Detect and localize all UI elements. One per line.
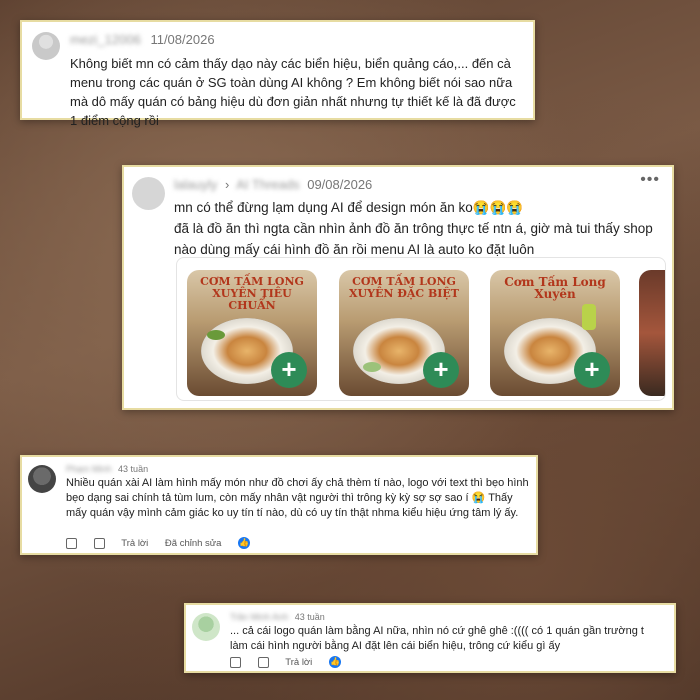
thumb-up-icon[interactable] bbox=[230, 656, 241, 668]
thread-name[interactable]: AI Threads bbox=[236, 177, 299, 192]
author-name[interactable]: mezi_12006 bbox=[70, 32, 141, 47]
reply-button[interactable]: Trả lời bbox=[285, 657, 312, 668]
author-name[interactable]: Phạm Minh bbox=[66, 464, 112, 474]
avatar[interactable] bbox=[28, 465, 56, 493]
comment-card-4: Trần Minh Anh 43 tuần ... cả cái logo qu… bbox=[184, 603, 676, 673]
drink-glass bbox=[582, 304, 596, 330]
comment-actions: Trả lời 👍 bbox=[230, 656, 355, 668]
garnish bbox=[207, 330, 225, 340]
comment-actions: Trả lời Đã chỉnh sửa 👍 bbox=[66, 537, 264, 549]
comment-meta: lalauyly › AI Threads 09/08/2026 bbox=[174, 177, 372, 192]
comment-date: 09/08/2026 bbox=[307, 177, 373, 192]
food-card-1[interactable]: CƠM TẤM LONG XUYÊN TIÊU CHUẨN + bbox=[187, 270, 317, 396]
food-card-3[interactable]: Cơm Tấm Long Xuyên + bbox=[490, 270, 620, 396]
avatar[interactable] bbox=[132, 177, 165, 210]
comment-line-1: mn có thể đừng lạm dụng AI để design món… bbox=[174, 200, 524, 215]
ellipsis-icon[interactable]: ••• bbox=[640, 171, 660, 189]
food-title: CƠM TẤM LONG XUYÊN TIÊU CHUẨN bbox=[200, 275, 304, 312]
like-reaction-icon: 👍 bbox=[238, 537, 251, 549]
separator: › bbox=[224, 177, 230, 192]
add-button[interactable]: + bbox=[574, 352, 610, 388]
comment-meta: mezi_12006 11/08/2026 bbox=[70, 32, 215, 47]
comment-line-1: ... cả cái logo quán làm bằng AI nữa, nh… bbox=[230, 625, 644, 637]
author-name[interactable]: lalauyly bbox=[174, 177, 217, 192]
food-title: CƠM TẤM LONG XUYÊN ĐẶC BIỆT bbox=[349, 275, 459, 300]
add-button[interactable]: + bbox=[423, 352, 459, 388]
avatar[interactable] bbox=[192, 613, 220, 641]
comment-card-2: lalauyly › AI Threads 09/08/2026 ••• mn … bbox=[122, 165, 674, 410]
comment-text: mn có thể đừng lạm dụng AI để design món… bbox=[174, 197, 669, 260]
food-carousel[interactable]: CƠM TẤM LONG XUYÊN TIÊU CHUẨN + CƠM TẤM … bbox=[176, 257, 666, 401]
comment-text: Nhiều quán xài AI làm hình mấy món như đ… bbox=[66, 477, 529, 519]
like-reaction-icon: 👍 bbox=[328, 656, 341, 668]
food-card-2[interactable]: CƠM TẤM LONG XUYÊN ĐẶC BIỆT + bbox=[339, 270, 469, 396]
thumb-down-icon[interactable] bbox=[257, 656, 269, 668]
comment-date: 11/08/2026 bbox=[150, 32, 215, 47]
comment-time: 43 tuần bbox=[118, 464, 149, 474]
thumb-down-icon[interactable] bbox=[93, 537, 105, 549]
comment-line-2: đã là đồ ăn thì ngta cần nhìn ảnh đồ ăn … bbox=[174, 221, 653, 257]
thumb-up-icon[interactable] bbox=[66, 537, 77, 549]
comment-meta: Trần Minh Anh 43 tuần bbox=[230, 612, 325, 622]
food-title: Cơm Tấm Long Xuyên bbox=[504, 275, 606, 301]
add-button[interactable]: + bbox=[271, 352, 307, 388]
comment-time: 43 tuần bbox=[294, 612, 325, 622]
reply-button[interactable]: Trả lời bbox=[121, 538, 148, 549]
author-name[interactable]: Trần Minh Anh bbox=[230, 612, 288, 622]
comment-text: ... cả cái logo quán làm bằng AI nữa, nh… bbox=[230, 624, 675, 654]
edited-label: Đã chỉnh sửa bbox=[164, 537, 222, 549]
comment-card-3: Phạm Minh 43 tuần Nhiều quán xài AI làm … bbox=[20, 455, 538, 555]
food-card-4-partial[interactable] bbox=[639, 270, 665, 396]
comment-meta: Phạm Minh 43 tuần bbox=[66, 464, 148, 474]
avatar[interactable] bbox=[32, 32, 60, 60]
comment-line-2: làm cái hình người bằng AI đặt lên cái b… bbox=[230, 640, 561, 652]
comment-card-1: mezi_12006 11/08/2026 Không biết mn có c… bbox=[20, 20, 535, 128]
garnish bbox=[363, 362, 381, 372]
comment-text: Không biết mn có cảm thấy dạo này các bi… bbox=[70, 56, 516, 128]
